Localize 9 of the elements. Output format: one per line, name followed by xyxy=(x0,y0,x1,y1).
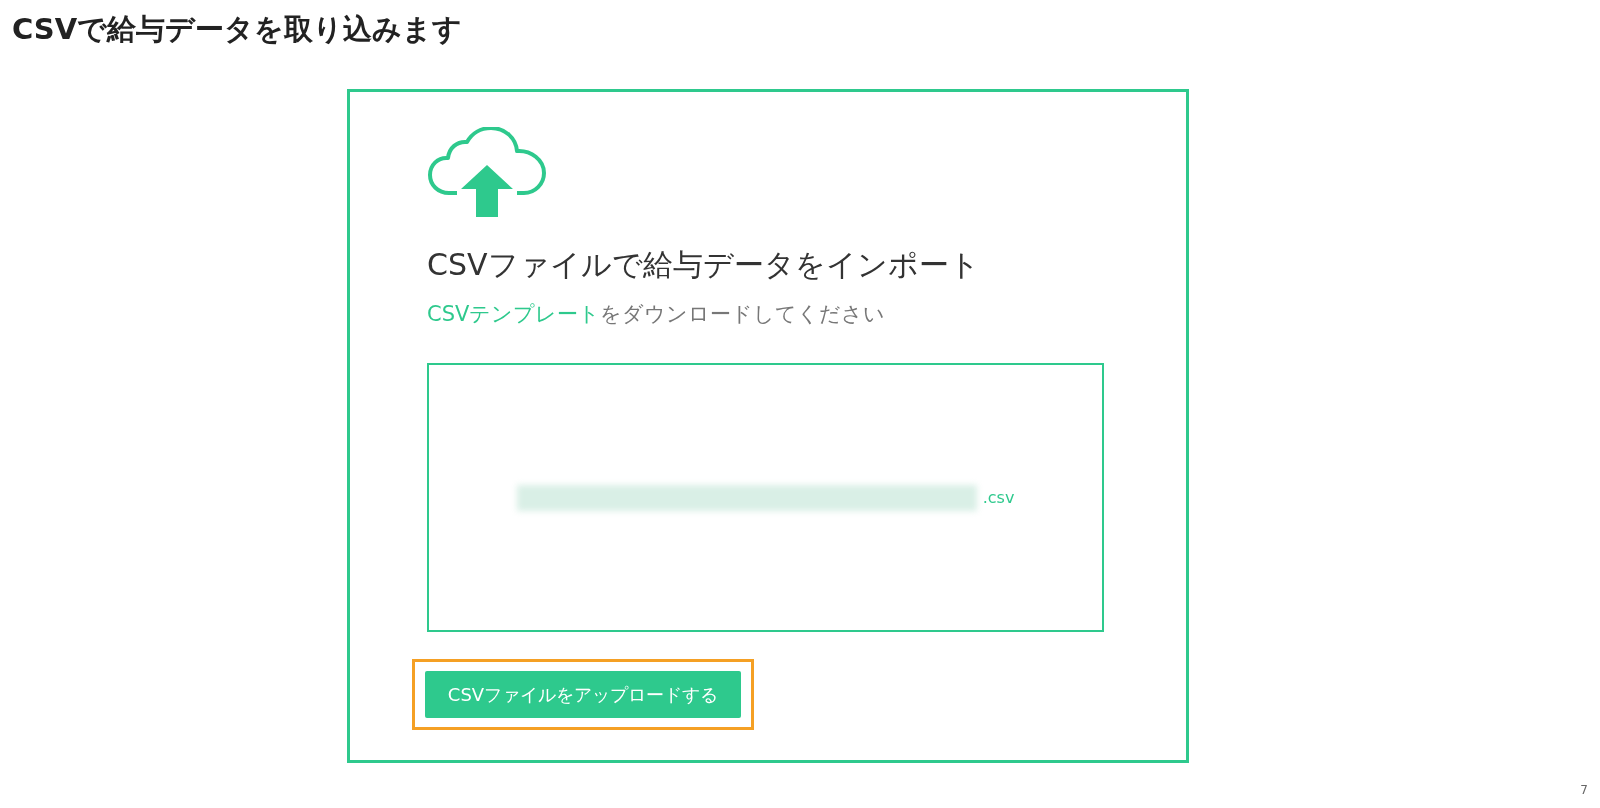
page-title: CSVで給与データを取り込みます xyxy=(12,11,463,47)
import-heading: CSVファイルで給与データをインポート xyxy=(427,246,980,284)
template-link[interactable]: CSVテンプレート xyxy=(427,302,601,326)
download-instruction: CSVテンプレート をダウンロードしてください xyxy=(427,301,886,328)
upload-csv-button[interactable]: CSVファイルをアップロードする xyxy=(425,671,741,718)
cloud-upload-icon xyxy=(427,127,547,217)
file-name: .csv xyxy=(982,486,1015,509)
file-drop-zone[interactable]: .csv xyxy=(427,363,1104,632)
page-number: 7 xyxy=(1580,782,1588,798)
